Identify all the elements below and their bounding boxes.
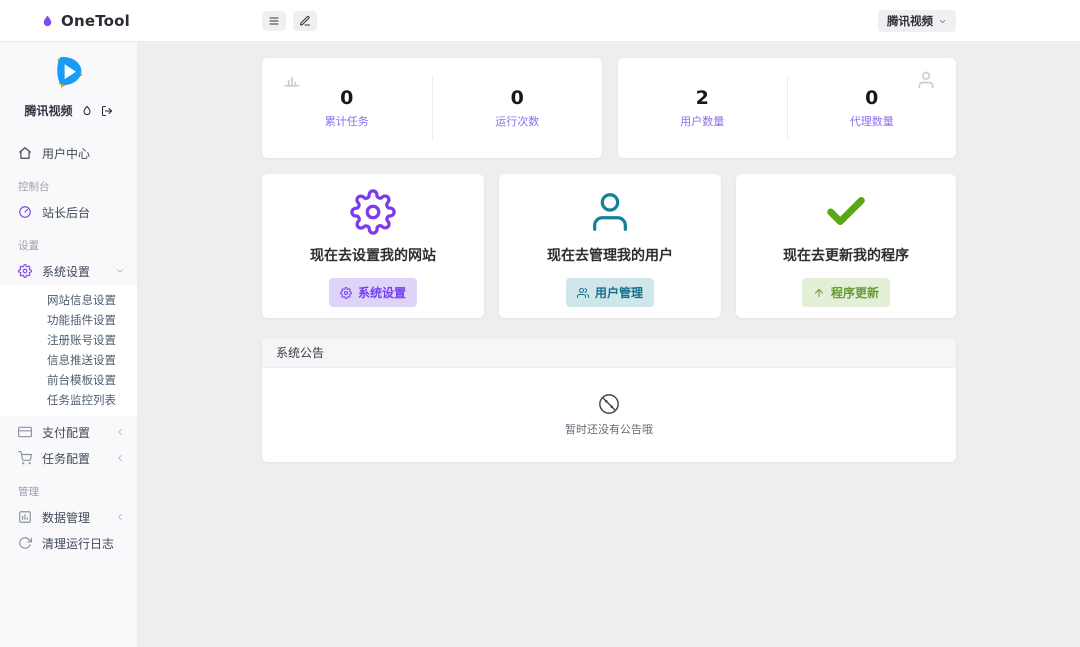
sidebar-item-label: 数据管理: [42, 509, 90, 526]
system-settings-button[interactable]: 系统设置: [329, 278, 417, 307]
cart-icon: [18, 451, 32, 465]
stat-value: 0: [788, 87, 957, 109]
user-icon: [587, 189, 633, 235]
submenu-item-plugins[interactable]: 功能插件设置: [0, 310, 137, 330]
chevron-left-icon: [115, 427, 125, 437]
submenu-item-site-info[interactable]: 网站信息设置: [0, 290, 137, 310]
profile-name: 腾讯视频: [24, 102, 72, 119]
action-card-title: 现在去管理我的用户: [547, 245, 673, 265]
chevron-down-icon: [938, 17, 947, 26]
sidebar-toggle-button[interactable]: [262, 11, 286, 31]
system-settings-submenu: 网站信息设置 功能插件设置 注册账号设置 信息推送设置 前台模板设置 任务监控列…: [0, 285, 137, 416]
submenu-item-template[interactable]: 前台模板设置: [0, 370, 137, 390]
sidebar-item-clear-logs[interactable]: 清理运行日志: [0, 531, 137, 555]
sidebar-item-label: 任务配置: [42, 450, 90, 467]
refresh-icon: [18, 536, 32, 550]
announcement-empty-state: 暂时还没有公告哦: [262, 368, 956, 461]
action-card-update-program: 现在去更新我的程序 程序更新: [736, 174, 956, 318]
stat-user-count: 2 用户数量: [618, 87, 787, 129]
stat-total-tasks: 0 累计任务: [262, 87, 432, 129]
stat-agent-count: 0 代理数量: [788, 87, 957, 129]
button-label: 系统设置: [358, 284, 406, 301]
stat-cards-row: 0 累计任务 0 运行次数 2 用户数量: [262, 58, 956, 158]
stat-run-count: 0 运行次数: [433, 87, 603, 129]
sidebar-profile: 腾讯视频: [0, 42, 137, 119]
droplet-icon[interactable]: [81, 105, 93, 117]
empty-text: 暂时还没有公告哦: [565, 421, 653, 437]
gear-icon: [340, 287, 352, 299]
credit-card-icon: [18, 425, 32, 439]
check-icon: [823, 189, 869, 235]
program-update-button[interactable]: 程序更新: [802, 278, 890, 307]
sidebar-item-user-center[interactable]: 用户中心: [0, 141, 137, 165]
gear-icon: [350, 189, 396, 235]
tencent-video-logo: [48, 52, 90, 94]
droplet-icon: [40, 14, 55, 29]
theme-button[interactable]: [293, 11, 317, 31]
stat-card-users: 2 用户数量 0 代理数量: [618, 58, 956, 158]
slash-icon: [598, 393, 620, 415]
announcement-panel: 系统公告 暂时还没有公告哦: [262, 338, 956, 462]
action-card-title: 现在去设置我的网站: [310, 245, 436, 265]
stat-value: 2: [618, 87, 787, 109]
sidebar-item-label: 用户中心: [42, 145, 90, 162]
announcement-title: 系统公告: [262, 338, 956, 368]
menu-icon: [268, 15, 280, 27]
submenu-item-push[interactable]: 信息推送设置: [0, 350, 137, 370]
sidebar-item-data-manage[interactable]: 数据管理: [0, 505, 137, 529]
home-icon: [18, 146, 32, 160]
stat-label: 代理数量: [788, 113, 957, 129]
arrow-up-icon: [813, 287, 825, 299]
submenu-item-register[interactable]: 注册账号设置: [0, 330, 137, 350]
action-cards-row: 现在去设置我的网站 系统设置 现在去管理我的用户 用户管理: [262, 174, 956, 318]
stat-value: 0: [433, 87, 603, 109]
action-card-manage-users: 现在去管理我的用户 用户管理: [499, 174, 721, 318]
sidebar-item-label: 站长后台: [42, 204, 90, 221]
action-card-title: 现在去更新我的程序: [783, 245, 909, 265]
sidebar-item-webmaster[interactable]: 站长后台: [0, 200, 137, 224]
stat-card-tasks: 0 累计任务 0 运行次数: [262, 58, 602, 158]
button-label: 用户管理: [595, 284, 643, 301]
submenu-item-task-monitor[interactable]: 任务监控列表: [0, 390, 137, 410]
logout-icon[interactable]: [101, 105, 113, 117]
sidebar-section-console: 控制台: [0, 179, 137, 194]
sidebar-item-task-config[interactable]: 任务配置: [0, 446, 137, 470]
top-bar: OneTool 腾讯视频: [0, 0, 1080, 42]
sidebar-nav: 用户中心 控制台 站长后台 设置 系统设置 网站信息设置 功能插件设置 注册账号…: [0, 141, 137, 555]
stat-label: 运行次数: [433, 113, 603, 129]
workspace-dropdown[interactable]: 腾讯视频: [878, 10, 956, 32]
chevron-down-icon: [115, 266, 125, 276]
sidebar-item-payment[interactable]: 支付配置: [0, 420, 137, 444]
stat-label: 累计任务: [262, 113, 432, 129]
sidebar-item-system-settings[interactable]: 系统设置: [0, 259, 137, 283]
sidebar-item-label: 清理运行日志: [42, 535, 114, 552]
chart-box-icon: [18, 510, 32, 524]
action-card-site-setup: 现在去设置我的网站 系统设置: [262, 174, 484, 318]
gauge-icon: [18, 205, 32, 219]
sidebar-section-manage: 管理: [0, 484, 137, 499]
main-area: 0 累计任务 0 运行次数 2 用户数量: [138, 42, 1080, 647]
sidebar-item-label: 系统设置: [42, 263, 90, 280]
stat-value: 0: [262, 87, 432, 109]
users-icon: [577, 287, 589, 299]
brush-icon: [299, 15, 311, 27]
chevron-left-icon: [115, 453, 125, 463]
sidebar-section-settings: 设置: [0, 238, 137, 253]
sidebar: 腾讯视频 用户中心 控制台 站长后台 设置 系统设置 网站信息设置 功能插件设置…: [0, 42, 138, 647]
sidebar-item-label: 支付配置: [42, 424, 90, 441]
gear-icon: [18, 264, 32, 278]
user-management-button[interactable]: 用户管理: [566, 278, 654, 307]
header-actions: [262, 11, 317, 31]
brand: OneTool: [40, 0, 130, 42]
brand-name: OneTool: [61, 12, 130, 30]
workspace-label: 腾讯视频: [887, 13, 933, 29]
stat-label: 用户数量: [618, 113, 787, 129]
button-label: 程序更新: [831, 284, 879, 301]
chevron-left-icon: [115, 512, 125, 522]
